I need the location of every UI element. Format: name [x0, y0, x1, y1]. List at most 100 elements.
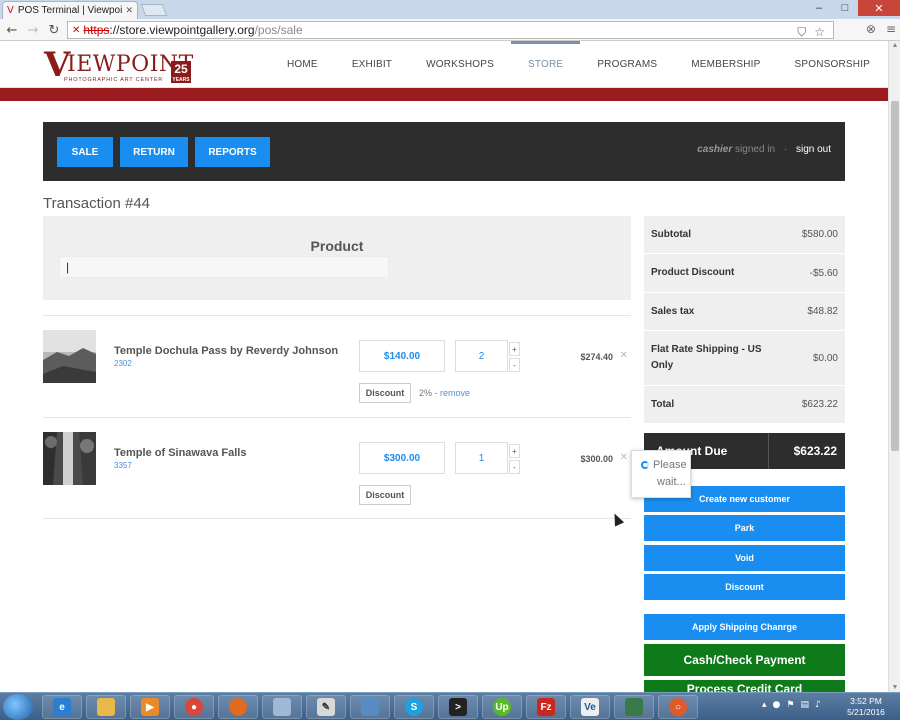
forward-icon[interactable]: →	[25, 22, 41, 38]
browser-tab-title: POS Terminal | Viewpoint	[17, 5, 123, 16]
sale-button[interactable]: SALE	[57, 137, 113, 167]
viewpoint-logo[interactable]: V IEWPOINT PHOTOGRAPHIC ART CENTER 25 YE…	[44, 45, 194, 87]
extension-icon[interactable]: ⊗	[866, 22, 876, 36]
park-button[interactable]: Park	[644, 515, 845, 541]
void-button[interactable]: Void	[644, 545, 845, 571]
apply-shipping-button[interactable]: Apply Shipping Chanrge	[644, 614, 845, 640]
firefox-taskbar-icon[interactable]	[218, 695, 258, 719]
scroll-down-icon[interactable]: ▼	[890, 684, 900, 691]
product-search-panel: Product |	[43, 216, 631, 300]
item-name[interactable]: Temple of Sinawava Falls	[114, 447, 246, 459]
explorer-taskbar-icon[interactable]	[86, 695, 126, 719]
brand-divider-bar	[0, 88, 888, 101]
tray-volume-icon[interactable]: ♪	[815, 700, 821, 710]
nav-sponsorship[interactable]: SPONSORSHIP	[778, 41, 888, 88]
remove-discount-link[interactable]: remove	[440, 388, 470, 398]
cash-check-payment-button[interactable]: Cash/Check Payment	[644, 644, 845, 676]
scroll-up-icon[interactable]: ▲	[890, 42, 900, 49]
windows-taskbar: e ▶ ● ✎ S > Up Fz Ve ○ ▴ ● ⚑ ▤ ♪ 3:52 PM…	[0, 692, 900, 720]
reports-button[interactable]: REPORTS	[195, 137, 270, 167]
chrome-taskbar-icon[interactable]: ●	[174, 695, 214, 719]
tab-close-icon[interactable]: ✕	[125, 5, 133, 16]
loading-spinner-icon	[641, 461, 649, 469]
transaction-title: Transaction #44	[43, 195, 151, 212]
return-button[interactable]: RETURN	[120, 137, 188, 167]
screenshot-taskbar-icon[interactable]	[614, 695, 654, 719]
scrollbar-thumb[interactable]	[891, 101, 899, 451]
maximize-icon[interactable]: □	[832, 0, 858, 16]
product-search-input[interactable]: |	[59, 256, 389, 278]
nav-home[interactable]: HOME	[270, 41, 335, 88]
bookmark-star-icon[interactable]: ☆	[814, 25, 825, 40]
url-host: ://store.viewpointgallery.org	[109, 23, 255, 37]
back-icon[interactable]: ←	[4, 22, 20, 38]
nav-membership[interactable]: MEMBERSHIP	[674, 41, 777, 88]
item-discount-button[interactable]: Discount	[359, 485, 411, 505]
item-sku[interactable]: 2302	[114, 359, 132, 368]
wait-line-2: wait...	[657, 476, 686, 488]
nav-store[interactable]: STORE	[511, 41, 581, 88]
sales-tax-label: Sales tax	[651, 305, 695, 317]
network-taskbar-icon[interactable]	[350, 695, 390, 719]
nav-exhibit[interactable]: EXHIBIT	[335, 41, 409, 88]
item-price-field[interactable]: $300.00	[359, 442, 445, 474]
reload-icon[interactable]: ↻	[46, 22, 62, 38]
quantity-increment-button[interactable]: +	[509, 342, 520, 356]
address-bar[interactable]: ✕ https://store.viewpointgallery.org/pos…	[67, 21, 834, 39]
line-item: Temple Dochula Pass by Reverdy Johnson 2…	[43, 315, 631, 417]
ie-taskbar-icon[interactable]: e	[42, 695, 82, 719]
browser-tab[interactable]: V POS Terminal | Viewpoint ✕	[2, 1, 138, 19]
tray-network-icon[interactable]: ▤	[800, 700, 809, 710]
remove-item-icon[interactable]: ✕	[620, 350, 628, 361]
line-item: Temple of Sinawava Falls 3357 $300.00 1 …	[43, 417, 631, 519]
toolbar-right-icons: ⊗ ≡	[866, 22, 896, 36]
item-name[interactable]: Temple Dochula Pass by Reverdy Johnson	[114, 345, 338, 357]
folder-taskbar-icon[interactable]	[262, 695, 302, 719]
sign-out-link[interactable]: sign out	[796, 144, 831, 155]
browser-tab-strip: V POS Terminal | Viewpoint ✕ – □ ✕	[0, 0, 900, 19]
discount-percent: 2% -	[419, 388, 441, 398]
summary-subtotal-row: Subtotal $580.00	[644, 216, 845, 254]
media-player-taskbar-icon[interactable]: ▶	[130, 695, 170, 719]
new-tab-button[interactable]	[140, 4, 168, 16]
tray-expand-icon[interactable]: ▴	[762, 700, 767, 710]
item-thumbnail	[43, 330, 96, 383]
minimize-icon[interactable]: –	[806, 0, 832, 16]
order-discount-button[interactable]: Discount	[644, 574, 845, 600]
upwork-taskbar-icon[interactable]: Up	[482, 695, 522, 719]
quantity-increment-button[interactable]: +	[509, 444, 520, 458]
item-quantity-field[interactable]: 2	[455, 340, 508, 372]
quantity-decrement-button[interactable]: -	[509, 358, 520, 372]
shield-icon[interactable]: ⛉	[797, 25, 806, 40]
summary-tax-row: Sales tax $48.82	[644, 293, 845, 331]
system-clock[interactable]: 3:52 PM 5/21/2016	[838, 696, 894, 718]
notepad-taskbar-icon[interactable]: ✎	[306, 695, 346, 719]
remove-item-icon[interactable]: ✕	[620, 452, 628, 463]
signed-in-text: signed in	[735, 144, 776, 155]
editor-taskbar-icon[interactable]: Ve	[570, 695, 610, 719]
clock-time: 3:52 PM	[850, 696, 882, 706]
item-discount-button[interactable]: Discount	[359, 383, 411, 403]
start-button[interactable]	[3, 694, 33, 720]
quantity-decrement-button[interactable]: -	[509, 460, 520, 474]
item-quantity-field[interactable]: 1	[455, 442, 508, 474]
tray-upwork-icon[interactable]: ●	[773, 700, 781, 710]
site-header: V IEWPOINT PHOTOGRAPHIC ART CENTER 25 YE…	[0, 41, 888, 88]
nav-programs[interactable]: PROGRAMS	[580, 41, 674, 88]
recorder-taskbar-icon[interactable]: ○	[658, 695, 698, 719]
item-sku[interactable]: 3357	[114, 461, 132, 470]
terminal-taskbar-icon[interactable]: >	[438, 695, 478, 719]
page-scrollbar[interactable]: ▲ ▼	[888, 41, 900, 692]
tray-flag-icon[interactable]: ⚑	[786, 700, 794, 710]
nav-workshops[interactable]: WORKSHOPS	[409, 41, 511, 88]
sales-tax-value: $48.82	[807, 306, 838, 317]
credit-card-payment-button[interactable]: Process Credit Card	[644, 680, 845, 692]
window-close-icon[interactable]: ✕	[858, 0, 900, 16]
menu-icon[interactable]: ≡	[886, 22, 896, 36]
skype-taskbar-icon[interactable]: S	[394, 695, 434, 719]
product-discount-label: Product Discount	[651, 267, 735, 278]
filezilla-taskbar-icon[interactable]: Fz	[526, 695, 566, 719]
item-line-total: $274.40	[580, 352, 613, 362]
item-price-field[interactable]: $140.00	[359, 340, 445, 372]
badge-number: 25	[174, 62, 188, 76]
